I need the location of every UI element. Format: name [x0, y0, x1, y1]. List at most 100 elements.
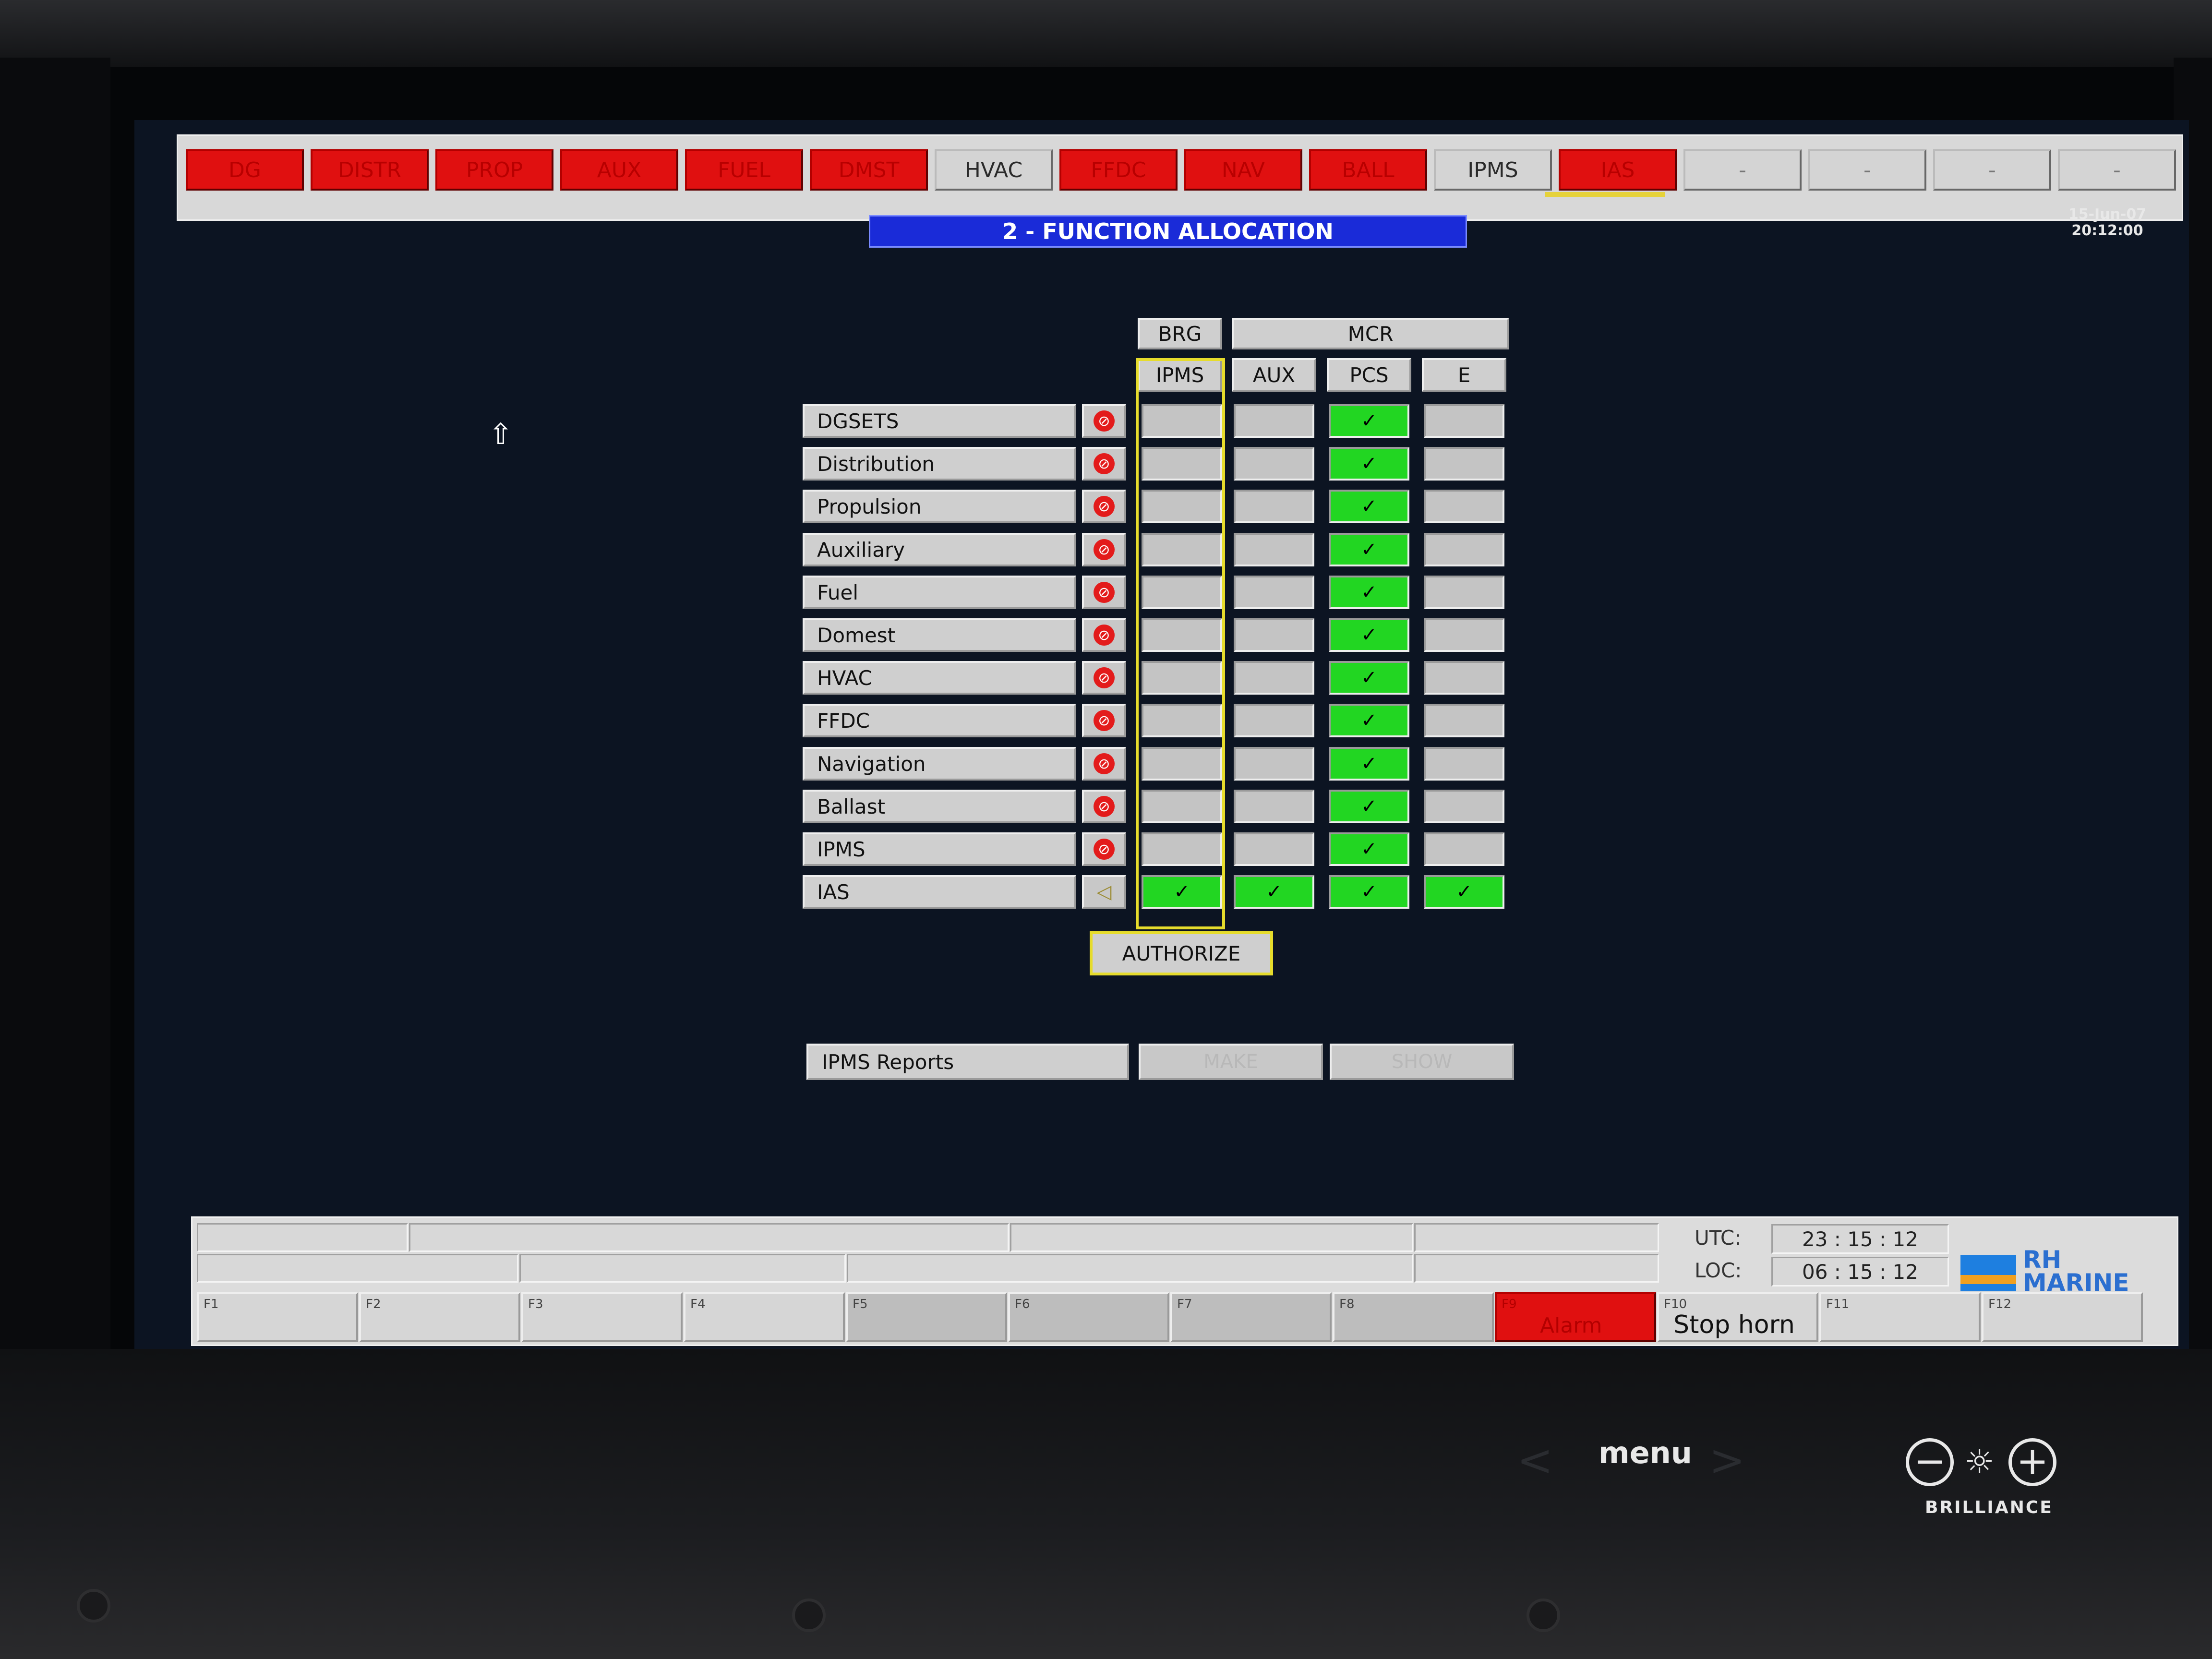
- allocation-cell-auxiliary-pcs[interactable]: ✓: [1329, 533, 1409, 566]
- alarm-horn-button[interactable]: ⊘: [1082, 618, 1126, 652]
- row-label-propulsion[interactable]: Propulsion: [803, 490, 1076, 523]
- allocation-cell-hvac-aux[interactable]: [1234, 661, 1314, 695]
- ipms-reports-button[interactable]: IPMS Reports: [806, 1044, 1129, 1080]
- function-key-f10[interactable]: F10 Stop horn: [1657, 1292, 1818, 1342]
- tab-ball[interactable]: BALL: [1309, 149, 1427, 191]
- allocation-cell-ffdc-ipms[interactable]: [1142, 704, 1222, 737]
- row-label-ias[interactable]: IAS: [803, 875, 1076, 909]
- allocation-cell-domest-ipms[interactable]: [1142, 618, 1222, 652]
- row-label-domest[interactable]: Domest: [803, 618, 1076, 652]
- row-label-dgsets[interactable]: DGSETS: [803, 404, 1076, 438]
- allocation-cell-dgsets-aux[interactable]: [1234, 404, 1314, 438]
- tab-ipms[interactable]: IPMS: [1434, 149, 1552, 191]
- row-label-distribution[interactable]: Distribution: [803, 447, 1076, 481]
- allocation-cell-propulsion-aux[interactable]: [1234, 490, 1314, 523]
- function-key-f8[interactable]: F8: [1333, 1292, 1494, 1342]
- function-key-f12[interactable]: F12: [1982, 1292, 2143, 1342]
- tab-ias[interactable]: IAS: [1559, 149, 1677, 191]
- allocation-cell-ballast-pcs[interactable]: ✓: [1329, 790, 1409, 823]
- authorize-button[interactable]: AUTHORIZE: [1090, 931, 1273, 975]
- allocation-cell-ipms-e[interactable]: [1424, 832, 1504, 866]
- function-key-f6[interactable]: F6: [1008, 1292, 1169, 1342]
- allocation-cell-fuel-e[interactable]: [1424, 576, 1504, 609]
- allocation-cell-propulsion-pcs[interactable]: ✓: [1329, 490, 1409, 523]
- allocation-cell-propulsion-e[interactable]: [1424, 490, 1504, 523]
- function-key-f5[interactable]: F5: [846, 1292, 1007, 1342]
- allocation-cell-ffdc-pcs[interactable]: ✓: [1329, 704, 1409, 737]
- allocation-cell-dgsets-ipms[interactable]: [1142, 404, 1222, 438]
- allocation-cell-distribution-aux[interactable]: [1234, 447, 1314, 481]
- alarm-horn-button[interactable]: ⊘: [1082, 747, 1126, 781]
- tab-distr[interactable]: DISTR: [311, 149, 429, 191]
- brilliance-minus-button[interactable]: −: [1906, 1438, 1954, 1486]
- allocation-cell-navigation-aux[interactable]: [1234, 747, 1314, 781]
- tab-dg[interactable]: DG: [186, 149, 304, 191]
- allocation-cell-ipms-ipms[interactable]: [1142, 832, 1222, 866]
- allocation-cell-navigation-e[interactable]: [1424, 747, 1504, 781]
- menu-hardware-button[interactable]: menu: [1599, 1435, 1692, 1470]
- allocation-cell-dgsets-pcs[interactable]: ✓: [1329, 404, 1409, 438]
- tab-aux[interactable]: AUX: [560, 149, 678, 191]
- alarm-horn-button[interactable]: ⊘: [1082, 447, 1126, 481]
- allocation-cell-auxiliary-e[interactable]: [1424, 533, 1504, 566]
- tab-empty[interactable]: -: [2058, 149, 2176, 191]
- tab-ffdc[interactable]: FFDC: [1059, 149, 1178, 191]
- allocation-cell-ffdc-aux[interactable]: [1234, 704, 1314, 737]
- tab-nav[interactable]: NAV: [1184, 149, 1302, 191]
- row-label-navigation[interactable]: Navigation: [803, 747, 1076, 781]
- row-label-ballast[interactable]: Ballast: [803, 790, 1076, 823]
- allocation-cell-ballast-ipms[interactable]: [1142, 790, 1222, 823]
- tab-fuel[interactable]: FUEL: [685, 149, 803, 191]
- allocation-cell-distribution-ipms[interactable]: [1142, 447, 1222, 481]
- alarm-horn-button[interactable]: ⊘: [1082, 490, 1126, 523]
- function-key-f11[interactable]: F11: [1819, 1292, 1981, 1342]
- function-key-f9[interactable]: F9 Alarm: [1495, 1292, 1656, 1342]
- allocation-cell-ias-e[interactable]: ✓: [1424, 875, 1504, 909]
- function-key-f1[interactable]: F1: [197, 1292, 358, 1342]
- allocation-cell-navigation-ipms[interactable]: [1142, 747, 1222, 781]
- tab-empty[interactable]: -: [1808, 149, 1926, 191]
- allocation-cell-fuel-aux[interactable]: [1234, 576, 1314, 609]
- next-hardware-button[interactable]: >: [1709, 1435, 1745, 1486]
- allocation-cell-domest-e[interactable]: [1424, 618, 1504, 652]
- allocation-cell-ballast-aux[interactable]: [1234, 790, 1314, 823]
- allocation-cell-ffdc-e[interactable]: [1424, 704, 1504, 737]
- show-report-button[interactable]: SHOW: [1330, 1044, 1514, 1080]
- allocation-cell-ipms-aux[interactable]: [1234, 832, 1314, 866]
- prev-hardware-button[interactable]: <: [1517, 1435, 1553, 1486]
- allocation-cell-fuel-pcs[interactable]: ✓: [1329, 576, 1409, 609]
- allocation-cell-navigation-pcs[interactable]: ✓: [1329, 747, 1409, 781]
- alarm-horn-button[interactable]: ⊘: [1082, 704, 1126, 737]
- alarm-horn-button[interactable]: ⊘: [1082, 533, 1126, 566]
- speaker-button[interactable]: ◁: [1082, 875, 1126, 909]
- alarm-horn-button[interactable]: ⊘: [1082, 576, 1126, 609]
- function-key-f4[interactable]: F4: [684, 1292, 845, 1342]
- tab-dmst[interactable]: DMST: [810, 149, 928, 191]
- allocation-cell-ipms-pcs[interactable]: ✓: [1329, 832, 1409, 866]
- tab-prop[interactable]: PROP: [435, 149, 553, 191]
- allocation-cell-domest-pcs[interactable]: ✓: [1329, 618, 1409, 652]
- allocation-cell-distribution-e[interactable]: [1424, 447, 1504, 481]
- alarm-horn-button[interactable]: ⊘: [1082, 832, 1126, 866]
- allocation-cell-hvac-e[interactable]: [1424, 661, 1504, 695]
- allocation-cell-propulsion-ipms[interactable]: [1142, 490, 1222, 523]
- allocation-cell-ias-aux[interactable]: ✓: [1234, 875, 1314, 909]
- allocation-cell-fuel-ipms[interactable]: [1142, 576, 1222, 609]
- allocation-cell-distribution-pcs[interactable]: ✓: [1329, 447, 1409, 481]
- make-report-button[interactable]: MAKE: [1139, 1044, 1323, 1080]
- row-label-ffdc[interactable]: FFDC: [803, 704, 1076, 737]
- allocation-cell-auxiliary-aux[interactable]: [1234, 533, 1314, 566]
- function-key-f2[interactable]: F2: [359, 1292, 520, 1342]
- row-label-hvac[interactable]: HVAC: [803, 661, 1076, 695]
- allocation-cell-ias-ipms[interactable]: ✓: [1142, 875, 1222, 909]
- alarm-horn-button[interactable]: ⊘: [1082, 661, 1126, 695]
- allocation-cell-ballast-e[interactable]: [1424, 790, 1504, 823]
- row-label-fuel[interactable]: Fuel: [803, 576, 1076, 609]
- allocation-cell-dgsets-e[interactable]: [1424, 404, 1504, 438]
- allocation-cell-ias-pcs[interactable]: ✓: [1329, 875, 1409, 909]
- row-label-auxiliary[interactable]: Auxiliary: [803, 533, 1076, 566]
- tab-empty[interactable]: -: [1933, 149, 2051, 191]
- tab-hvac[interactable]: HVAC: [935, 149, 1053, 191]
- allocation-cell-hvac-ipms[interactable]: [1142, 661, 1222, 695]
- alarm-horn-button[interactable]: ⊘: [1082, 790, 1126, 823]
